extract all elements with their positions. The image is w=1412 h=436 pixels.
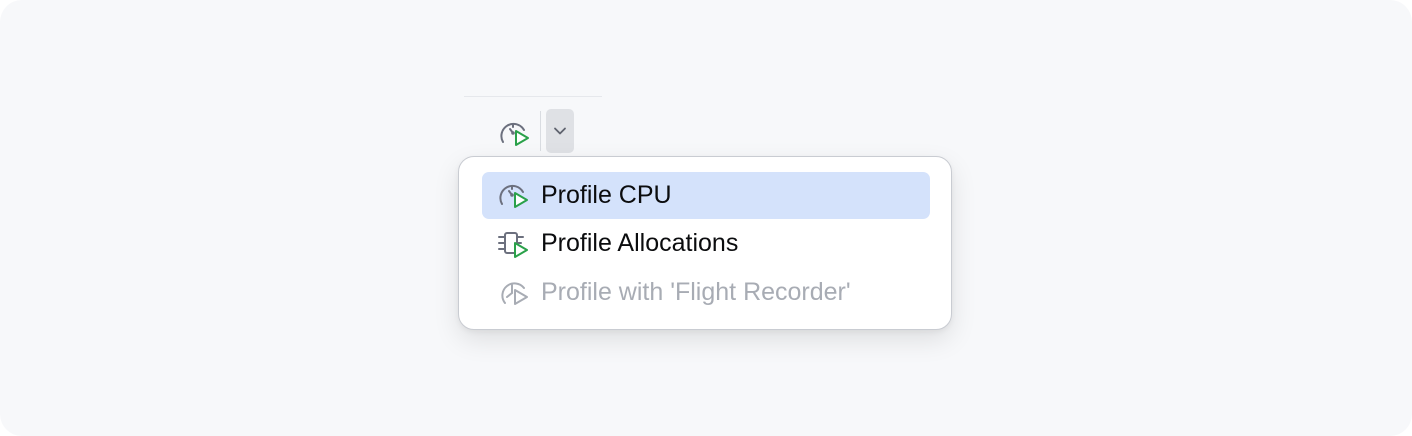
menu-item-label: Profile with 'Flight Recorder' bbox=[541, 278, 851, 306]
toolbar-separator bbox=[540, 111, 541, 151]
menu-item-profile-cpu[interactable]: Profile CPU bbox=[482, 172, 930, 219]
menu-item-profile-allocations[interactable]: Profile Allocations bbox=[482, 220, 930, 267]
profile-dropdown-button[interactable] bbox=[546, 109, 574, 153]
profile-allocations-icon bbox=[496, 227, 530, 261]
profile-cpu-icon[interactable] bbox=[497, 117, 531, 151]
profile-cpu-icon bbox=[496, 179, 530, 213]
background-canvas: Profile CPU Profile Allocations Profile … bbox=[0, 0, 1412, 436]
profile-toolbar bbox=[464, 96, 602, 159]
menu-item-label: Profile Allocations bbox=[541, 229, 739, 257]
menu-item-flight-recorder: Profile with 'Flight Recorder' bbox=[482, 269, 930, 316]
profile-popup-menu: Profile CPU Profile Allocations Profile … bbox=[458, 156, 952, 330]
menu-item-label: Profile CPU bbox=[541, 181, 672, 209]
chevron-down-icon bbox=[554, 127, 566, 135]
flight-recorder-icon bbox=[496, 276, 530, 310]
